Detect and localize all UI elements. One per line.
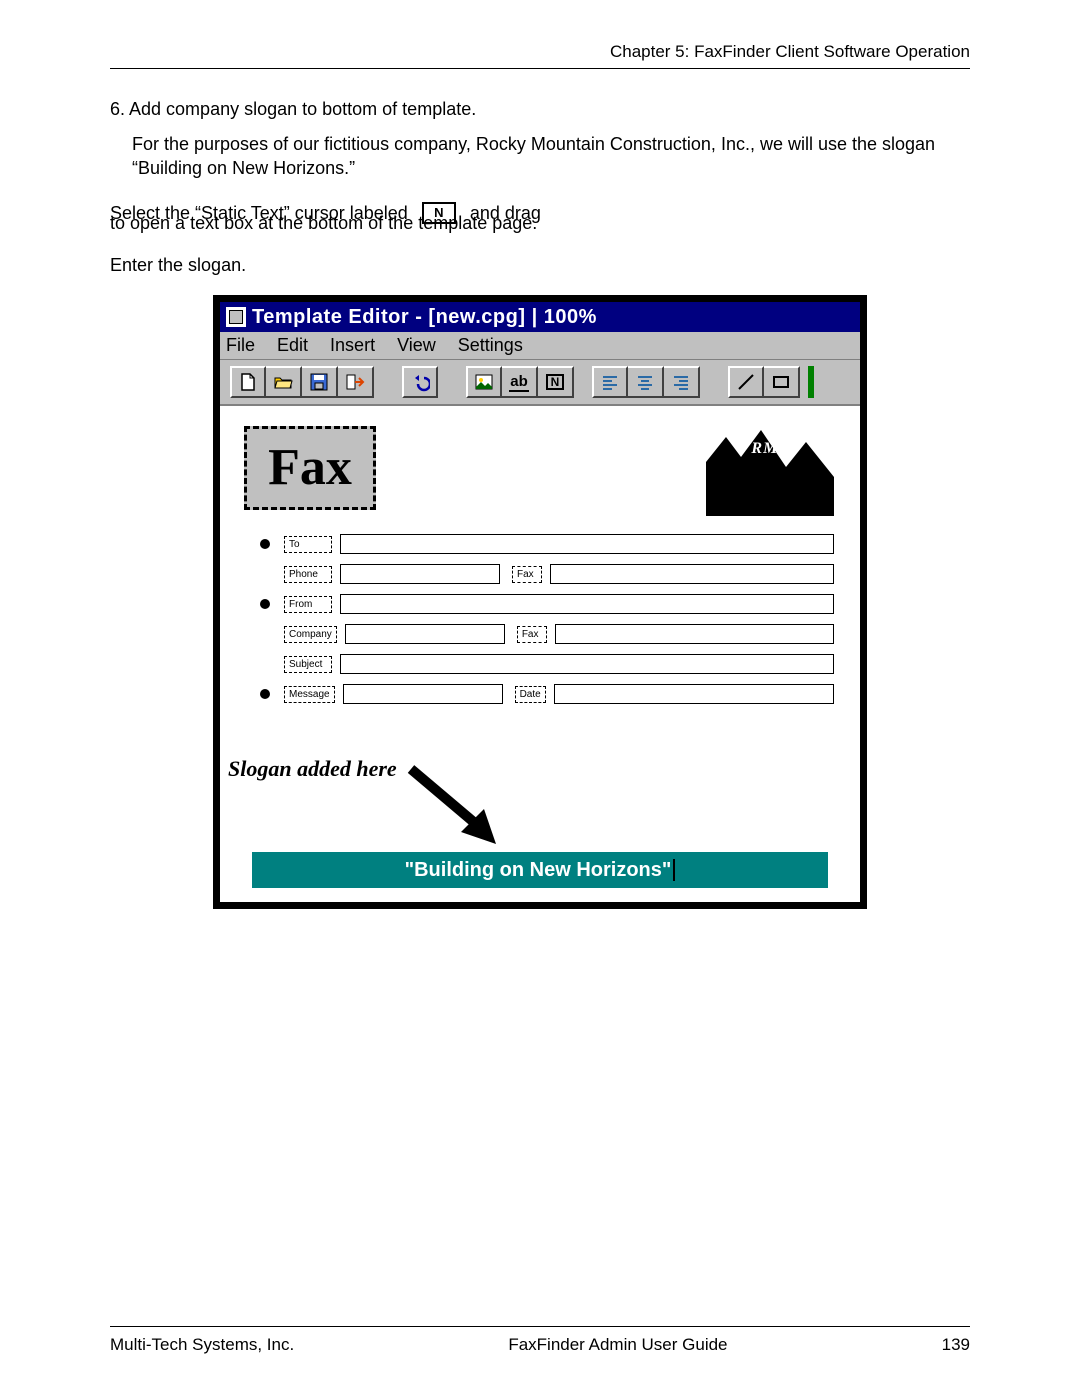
align-right-button[interactable] [664, 366, 700, 398]
template-canvas[interactable]: Fax RMC To [220, 406, 860, 902]
menu-file[interactable]: File [226, 335, 255, 356]
menu-insert[interactable]: Insert [330, 335, 375, 356]
footer-doc-title: FaxFinder Admin User Guide [508, 1335, 727, 1355]
input-fax2[interactable] [555, 624, 834, 644]
app-icon [226, 307, 246, 327]
align-left-icon [600, 372, 620, 392]
label-message[interactable]: Message [284, 686, 335, 703]
fax-title-box[interactable]: Fax [244, 426, 376, 510]
page-footer: Multi-Tech Systems, Inc. FaxFinder Admin… [110, 1335, 970, 1355]
input-to[interactable] [340, 534, 834, 554]
footer-company: Multi-Tech Systems, Inc. [110, 1335, 294, 1355]
menu-view[interactable]: View [397, 335, 436, 356]
arrow-icon [406, 764, 516, 854]
divider-top [110, 68, 970, 69]
label-phone[interactable]: Phone [284, 566, 332, 583]
footer-page-number: 139 [942, 1335, 970, 1355]
slogan-text: "Building on New Horizons" [405, 859, 672, 882]
open-button[interactable] [266, 366, 302, 398]
menu-bar: File Edit Insert View Settings [220, 332, 860, 360]
bullet-icon [260, 689, 270, 699]
toolbar-end-marker [808, 366, 814, 398]
floppy-icon [309, 372, 329, 392]
step-title: 6. Add company slogan to bottom of templ… [110, 99, 970, 120]
bullet-icon [260, 539, 270, 549]
input-company[interactable] [345, 624, 505, 644]
form-fields: To Phone Fax From [260, 534, 834, 714]
n-label: N [546, 374, 564, 390]
rect-tool-button[interactable] [764, 366, 800, 398]
save-button[interactable] [302, 366, 338, 398]
input-subject[interactable] [340, 654, 834, 674]
undo-icon [410, 372, 430, 392]
template-editor-screenshot: Template Editor - [new.cpg] | 100% File … [213, 295, 867, 909]
undo-button[interactable] [402, 366, 438, 398]
rect-icon [771, 372, 791, 392]
static-text-button[interactable]: N [538, 366, 574, 398]
enter-slogan-instruction: Enter the slogan. [110, 253, 970, 277]
align-center-icon [635, 372, 655, 392]
menu-settings[interactable]: Settings [458, 335, 523, 356]
align-left-button[interactable] [592, 366, 628, 398]
fax-title-text: Fax [268, 442, 352, 494]
align-right-icon [671, 372, 691, 392]
ab-label: ab [509, 373, 529, 392]
toolbar: ab N [220, 360, 860, 406]
input-from[interactable] [340, 594, 834, 614]
window-titlebar[interactable]: Template Editor - [new.cpg] | 100% [220, 302, 860, 332]
text-cursor [673, 859, 675, 881]
logo-text: RMC [751, 440, 790, 458]
label-company[interactable]: Company [284, 626, 337, 643]
insert-image-button[interactable] [466, 366, 502, 398]
label-subject[interactable]: Subject [284, 656, 332, 673]
align-center-button[interactable] [628, 366, 664, 398]
slogan-text-box[interactable]: "Building on New Horizons" [252, 852, 828, 888]
exit-button[interactable] [338, 366, 374, 398]
input-message[interactable] [343, 684, 503, 704]
menu-edit[interactable]: Edit [277, 335, 308, 356]
text-field-button[interactable]: ab [502, 366, 538, 398]
label-date[interactable]: Date [515, 686, 546, 703]
annotation-text: Slogan added here [228, 756, 397, 782]
mountain-icon [706, 422, 834, 516]
input-date[interactable] [554, 684, 834, 704]
label-to[interactable]: To [284, 536, 332, 553]
line-icon [736, 372, 756, 392]
divider-bottom [110, 1326, 970, 1327]
folder-open-icon [273, 372, 293, 392]
input-phone[interactable] [340, 564, 500, 584]
chapter-header: Chapter 5: FaxFinder Client Software Ope… [110, 42, 970, 68]
new-button[interactable] [230, 366, 266, 398]
line-tool-button[interactable] [728, 366, 764, 398]
label-fax2[interactable]: Fax [517, 626, 547, 643]
input-fax1[interactable] [550, 564, 834, 584]
image-icon [474, 372, 494, 392]
bullet-icon [260, 599, 270, 609]
window-title: Template Editor - [new.cpg] | 100% [252, 306, 597, 329]
exit-icon [345, 372, 365, 392]
label-from[interactable]: From [284, 596, 332, 613]
label-fax1[interactable]: Fax [512, 566, 542, 583]
company-logo[interactable]: RMC [706, 422, 834, 516]
step-description: For the purposes of our fictitious compa… [132, 132, 970, 181]
page-icon [238, 372, 258, 392]
